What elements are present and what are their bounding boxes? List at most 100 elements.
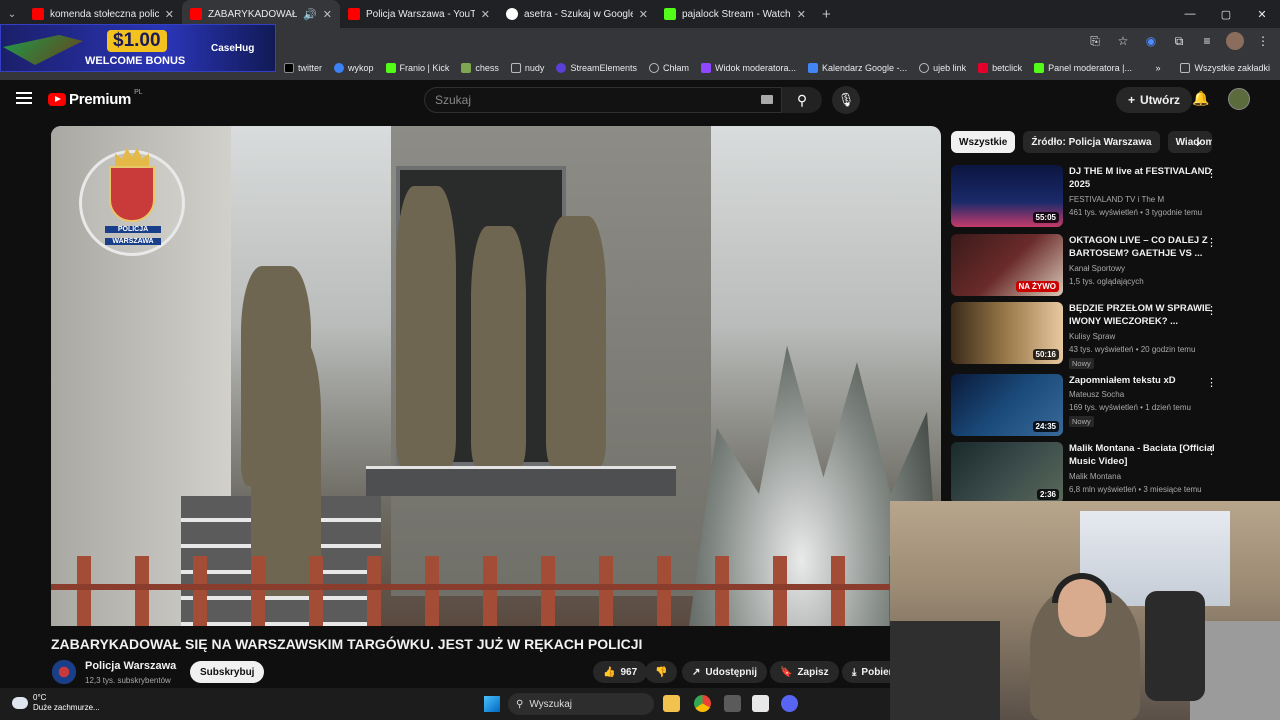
video-thumbnail[interactable]: 55:05 <box>951 165 1063 227</box>
video-thumbnail[interactable]: NA ŻYWO <box>951 234 1063 296</box>
recommendation-title[interactable]: Zapomniałem tekstu xD <box>1069 374 1217 387</box>
recommendation-title[interactable]: Malik Montana - Baciata [Official Music … <box>1069 442 1217 468</box>
keyboard-icon[interactable] <box>761 95 773 104</box>
like-button[interactable]: 👍 967 <box>593 661 648 683</box>
new-tab-icon[interactable]: + <box>814 6 839 23</box>
install-app-icon[interactable]: ⎘ <box>1086 32 1104 50</box>
chevron-right-icon[interactable]: » <box>1155 63 1160 73</box>
more-options-icon[interactable]: ⋮ <box>1206 444 1217 457</box>
chip-all[interactable]: Wszystkie <box>951 131 1016 153</box>
voice-search-button[interactable]: 🎙 <box>832 86 860 114</box>
browser-tab[interactable]: Policja Warszawa - YouTube ✕ <box>340 0 498 28</box>
more-options-icon[interactable]: ⋮ <box>1206 376 1217 389</box>
maximize-icon[interactable]: ▢ <box>1208 8 1244 21</box>
chip-news[interactable]: Wiadomości <box>1167 131 1212 153</box>
recommendation-item[interactable]: 2:36 Malik Montana - Baciata [Official M… <box>951 442 1231 504</box>
windows-start-icon[interactable] <box>484 696 500 712</box>
chip-source[interactable]: Źródło: Policja Warszawa <box>1023 131 1160 153</box>
chevron-right-icon[interactable]: › <box>1196 134 1201 150</box>
bookmark-mod-panel[interactable]: Panel moderatora |... <box>1034 63 1132 73</box>
video-player[interactable]: POLICJA WARSZAWA <box>51 126 941 626</box>
app-icon[interactable] <box>752 695 769 712</box>
bookmark-nudy[interactable]: nudy <box>510 63 544 73</box>
recommendation-item[interactable]: NA ŻYWO OKTAGON LIVE – CO DALEJ Z BARTOS… <box>951 234 1231 296</box>
youtube-logo[interactable]: Premium PL <box>48 89 143 108</box>
bookmark-wykop[interactable]: wykop <box>334 63 374 73</box>
bookmark-mod-view[interactable]: Widok moderatora... <box>700 63 796 73</box>
browser-tab[interactable]: asetra - Szukaj w Google ✕ <box>498 0 656 28</box>
recommendation-item[interactable]: 50:16 BĘDZIE PRZEŁOM W SPRAWIE IWONY WIE… <box>951 302 1231 369</box>
thumbs-up-icon: 👍 <box>603 666 616 678</box>
chrome-icon[interactable] <box>694 695 711 712</box>
weather-widget[interactable]: 0°C Duże zachmurze... <box>12 693 100 713</box>
app-icon[interactable] <box>724 695 741 712</box>
recommendation-channel[interactable]: Mateusz Socha <box>1069 390 1124 399</box>
bookmark-label: Panel moderatora |... <box>1048 63 1133 73</box>
create-label: Utwórz <box>1140 93 1181 107</box>
extensions-puzzle-icon[interactable]: ⧉ <box>1170 32 1188 50</box>
download-button[interactable]: ⤓ Pobierz <box>842 661 890 683</box>
recommendation-title[interactable]: OKTAGON LIVE – CO DALEJ Z BARTOSEM? GAET… <box>1069 234 1217 260</box>
reading-list-icon[interactable]: ≡ <box>1198 32 1216 50</box>
search-input[interactable]: Szukaj <box>424 87 782 113</box>
like-count: 967 <box>620 666 638 678</box>
recommendation-channel[interactable]: Kanał Sportowy <box>1069 264 1125 273</box>
account-avatar[interactable] <box>1228 88 1250 110</box>
bookmark-star-icon[interactable]: ☆ <box>1114 32 1132 50</box>
all-bookmarks[interactable]: Wszystkie zakładki <box>1180 63 1270 73</box>
taskbar-search[interactable]: ⚲ Wyszukaj <box>508 693 654 715</box>
bookmark-label: betclick <box>992 63 1023 73</box>
more-options-icon[interactable]: ⋮ <box>1206 167 1217 180</box>
notifications-bell-icon[interactable]: 🔔 <box>1192 90 1209 107</box>
close-tab-icon[interactable]: ✕ <box>639 8 648 21</box>
browser-menu-icon[interactable]: ⋮ <box>1254 32 1272 50</box>
create-button[interactable]: + Utwórz <box>1116 87 1193 113</box>
file-explorer-icon[interactable] <box>663 695 680 712</box>
video-officer <box>396 186 456 466</box>
minimize-icon[interactable]: — <box>1172 8 1208 20</box>
recommendation-item[interactable]: 24:35 Zapomniałem tekstu xD Mateusz Soch… <box>951 374 1231 436</box>
bookmark-twitter[interactable]: twitter <box>284 63 322 73</box>
more-options-icon[interactable]: ⋮ <box>1206 304 1217 317</box>
subscribe-button[interactable]: Subskrybuj <box>190 661 265 683</box>
close-tab-icon[interactable]: ✕ <box>165 8 174 21</box>
video-thumbnail[interactable]: 2:36 <box>951 442 1063 504</box>
recommendation-item[interactable]: 55:05 DJ THE M live at FESTIVALAND 2025 … <box>951 165 1231 227</box>
speaker-icon[interactable]: 🔊 <box>303 8 317 21</box>
bookmark-kick[interactable]: Franio | Kick <box>385 63 449 73</box>
channel-name[interactable]: Policja Warszawa <box>85 660 176 672</box>
close-tab-icon[interactable]: ✕ <box>481 8 490 21</box>
twitch-icon <box>700 63 711 73</box>
close-window-icon[interactable]: ✕ <box>1244 8 1280 21</box>
bookmark-chlam[interactable]: Chłam <box>648 63 689 73</box>
recommendation-title[interactable]: DJ THE M live at FESTIVALAND 2025 <box>1069 165 1217 191</box>
bookmark-link[interactable]: ujeb link <box>919 63 966 73</box>
video-thumbnail[interactable]: 24:35 <box>951 374 1063 436</box>
ad-amount: $1.00 <box>107 30 167 52</box>
bookmark-calendar[interactable]: Kalendarz Google -... <box>808 63 907 73</box>
extension-icon[interactable]: ◉ <box>1142 32 1160 50</box>
youtube-favicon-icon <box>32 8 44 20</box>
profile-avatar[interactable] <box>1226 32 1244 50</box>
close-tab-icon[interactable]: ✕ <box>797 8 806 21</box>
recommendation-title[interactable]: BĘDZIE PRZEŁOM W SPRAWIE IWONY WIECZOREK… <box>1069 302 1217 328</box>
close-tab-icon[interactable]: ✕ <box>323 8 332 21</box>
save-button[interactable]: 🔖 Zapisz <box>770 661 839 683</box>
bookmark-chess[interactable]: chess <box>461 63 499 73</box>
recommendation-channel[interactable]: Malik Montana <box>1069 472 1121 481</box>
search-button[interactable]: ⚲ <box>782 87 822 113</box>
recommendation-channel[interactable]: Kulisy Spraw <box>1069 332 1115 341</box>
more-options-icon[interactable]: ⋮ <box>1206 236 1217 249</box>
bookmark-betclick[interactable]: betclick <box>978 63 1022 73</box>
video-thumbnail[interactable]: 50:16 <box>951 302 1063 364</box>
casehug-ad-banner[interactable]: $1.00 WELCOME BONUS CaseHug <box>0 24 276 72</box>
share-button[interactable]: ↗ Udostępnij <box>682 661 768 683</box>
recommendation-channel[interactable]: FESTIVALAND TV i The M <box>1069 195 1164 204</box>
discord-icon[interactable] <box>781 695 798 712</box>
police-crest-logo: POLICJA WARSZAWA <box>73 140 191 266</box>
menu-icon[interactable] <box>16 92 32 104</box>
bookmark-streamelements[interactable]: StreamElements <box>556 63 637 73</box>
dislike-button[interactable]: 👎 <box>645 661 678 683</box>
browser-tab[interactable]: pajalock Stream - Watch Live on Kick ✕ <box>656 0 814 28</box>
channel-avatar[interactable] <box>52 660 76 684</box>
